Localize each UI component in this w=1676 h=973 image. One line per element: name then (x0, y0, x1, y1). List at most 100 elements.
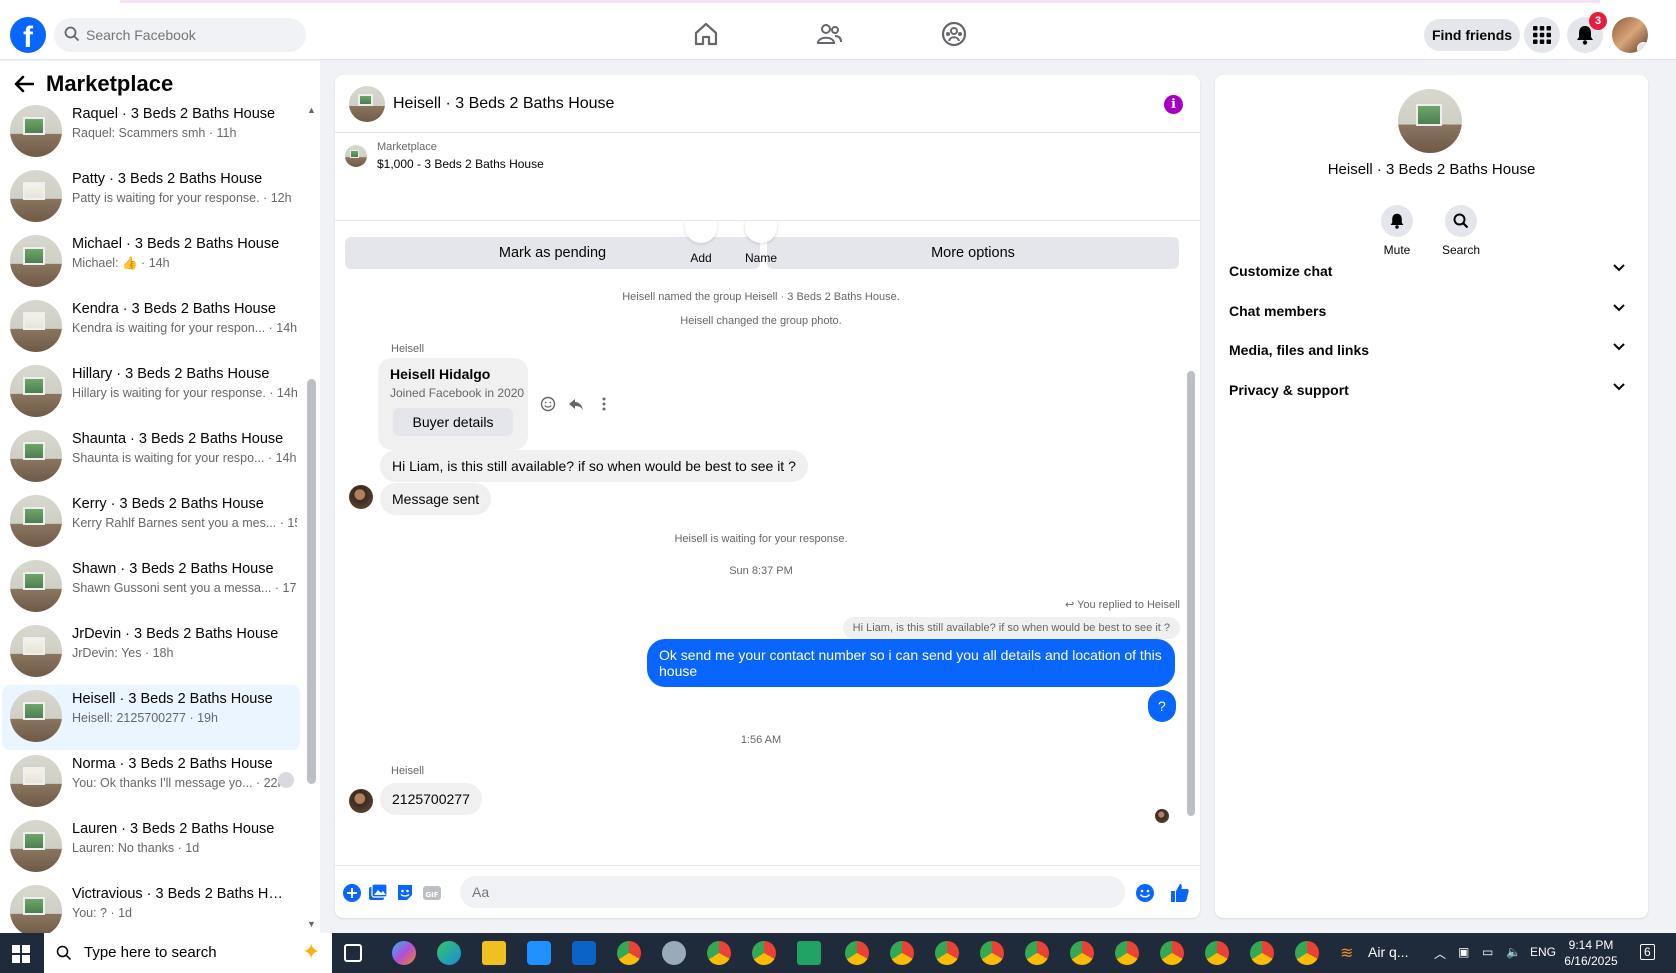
chrome-profile-icon[interactable] (1250, 941, 1274, 965)
chat-scrollbar[interactable] (1187, 371, 1195, 816)
search-box[interactable] (54, 18, 306, 52)
thumbs-up-icon[interactable] (1170, 883, 1190, 903)
sticker-icon[interactable] (395, 883, 415, 903)
notification-center-icon[interactable]: 6 (1640, 944, 1655, 960)
page-title: Marketplace (46, 71, 174, 96)
home-icon[interactable] (692, 20, 720, 48)
windows-start-icon[interactable] (12, 945, 30, 963)
section-media-files-links[interactable]: Media, files and links (1229, 331, 1634, 369)
weather-label[interactable]: Air q... (1368, 944, 1408, 960)
top-accent-line (120, 0, 1600, 3)
add-people-action[interactable]: Add (685, 221, 717, 265)
scroll-up-arrow[interactable]: ▲ (307, 105, 317, 115)
friends-icon[interactable] (815, 20, 843, 48)
outgoing-message[interactable]: Ok send me your contact number so i can … (647, 639, 1175, 687)
chrome-profile-icon[interactable] (707, 941, 731, 965)
sender-avatar[interactable] (349, 485, 373, 509)
chrome-profile-icon[interactable] (1295, 941, 1319, 965)
conversation-item[interactable]: Kendra · 3 Beds 2 Baths House Kendra is w… (2, 295, 300, 360)
menu-button[interactable] (1524, 17, 1560, 53)
name-group-action[interactable]: Name (745, 221, 777, 265)
group-photo[interactable] (1398, 89, 1462, 153)
incoming-message[interactable]: Hi Liam, is this still available? if so … (380, 450, 808, 482)
language-indicator[interactable]: ENG (1530, 945, 1556, 959)
message-input[interactable] (460, 876, 1125, 908)
listing-price-title[interactable]: $1,000 - 3 Beds 2 Baths House (377, 157, 544, 171)
gif-icon[interactable]: GIF (422, 883, 442, 903)
chrome-profile-icon[interactable] (980, 941, 1004, 965)
store-icon[interactable] (527, 941, 551, 965)
chrome-profile-icon[interactable] (935, 941, 959, 965)
emoji-icon[interactable] (1135, 883, 1155, 903)
plus-circle-icon[interactable] (342, 883, 362, 903)
conversation-item[interactable]: JrDevin · 3 Beds 2 Baths House JrDevin: Y… (2, 620, 300, 685)
paint-icon[interactable] (662, 941, 686, 965)
buyer-details-button[interactable]: Buyer details (393, 408, 513, 436)
conversation-preview: Kendra is waiting for your respon... · 1… (72, 321, 297, 335)
chrome-profile-icon[interactable] (1115, 941, 1139, 965)
conversation-item[interactable]: Heisell · 3 Beds 2 Baths House Heisell: 2… (2, 685, 300, 750)
section-chat-members[interactable]: Chat members (1229, 292, 1634, 330)
chrome-profile-icon[interactable] (1205, 941, 1229, 965)
system-clock[interactable]: 9:14 PM 6/16/2025 (1556, 937, 1626, 969)
volume-icon[interactable]: 🔈 (1506, 945, 1521, 959)
copilot-icon[interactable] (392, 941, 416, 965)
camera-tray-icon[interactable]: ▣ (1458, 945, 1469, 959)
sidebar-scrollbar[interactable] (307, 379, 316, 784)
chrome-profile-icon[interactable] (1025, 941, 1049, 965)
chrome-icon[interactable] (617, 941, 641, 965)
network-icon[interactable]: ▭ (1482, 945, 1493, 959)
find-friends-button[interactable]: Find friends (1424, 19, 1520, 51)
chrome-profile-icon[interactable] (1160, 941, 1184, 965)
edge-icon[interactable] (437, 941, 461, 965)
search-action[interactable]: Search (1431, 205, 1491, 257)
listing-bar: Marketplace $1,000 - 3 Beds 2 Baths Hous… (335, 133, 1200, 269)
outgoing-message[interactable]: ? (1148, 690, 1176, 722)
conversation-item[interactable]: Kerry · 3 Beds 2 Baths House Kerry Rahlf … (2, 490, 300, 555)
quoted-message[interactable]: Hi Liam, is this still available? if so … (842, 617, 1180, 639)
scroll-down-arrow[interactable]: ▼ (307, 919, 317, 929)
section-customize-chat[interactable]: Customize chat (1229, 252, 1634, 290)
profile-avatar[interactable] (1612, 17, 1648, 53)
windows-taskbar: Type here to search ✦ ≋ Air q... ︿ ▣ ▭ 🔈… (0, 933, 1676, 973)
mute-action[interactable]: Mute (1367, 205, 1427, 257)
back-arrow-icon[interactable] (14, 75, 34, 93)
photo-icon[interactable] (368, 883, 388, 903)
message-thread: Add Name Heisell named the group Heisell… (335, 220, 1200, 865)
chrome-profile-icon[interactable] (890, 941, 914, 965)
more-dots-icon[interactable] (596, 396, 612, 412)
conversation-item[interactable]: Patty · 3 Beds 2 Baths House Patty is wai… (2, 165, 300, 230)
conversation-item[interactable]: Lauren · 3 Beds 2 Baths House Lauren: No … (2, 815, 300, 880)
sender-avatar[interactable] (349, 789, 373, 813)
taskbar-search[interactable]: Type here to search ✦ (44, 933, 332, 973)
reply-icon[interactable] (568, 396, 584, 412)
sheets-icon[interactable] (797, 941, 821, 965)
info-icon[interactable]: i (1164, 95, 1183, 114)
conversation-item[interactable]: Norma · 3 Beds 2 Baths House You: Ok than… (2, 750, 300, 815)
outlook-icon[interactable] (572, 941, 596, 965)
emoji-react-icon[interactable] (540, 396, 556, 412)
conversation-item[interactable]: Shaunta · 3 Beds 2 Baths House Shaunta is… (2, 425, 300, 490)
task-view-icon[interactable] (344, 944, 362, 962)
groups-icon[interactable] (940, 20, 968, 48)
chrome-profile-icon[interactable] (1070, 941, 1094, 965)
chat-title[interactable]: Heisell · 3 Beds 2 Baths House (393, 95, 614, 113)
file-explorer-icon[interactable] (482, 941, 506, 965)
incoming-message[interactable]: 2125700277 (380, 783, 482, 815)
marketplace-sidebar: Marketplace Raquel · 3 Beds 2 Baths Hous… (0, 61, 320, 937)
chrome-profile-icon[interactable] (752, 941, 776, 965)
chat-panel: Heisell · 3 Beds 2 Baths House i Marketp… (335, 75, 1200, 918)
search-input[interactable] (86, 18, 296, 52)
conversation-item[interactable]: Shawn · 3 Beds 2 Baths House Shawn Gusson… (2, 555, 300, 620)
facebook-logo-icon[interactable]: f (10, 17, 46, 53)
chrome-profile-icon[interactable] (845, 941, 869, 965)
conversation-name: Michael · 3 Beds 2 Baths House (72, 236, 280, 252)
incoming-message[interactable]: Message sent (380, 483, 492, 515)
tray-chevron-up-icon[interactable]: ︿ (1434, 945, 1446, 962)
conversation-item[interactable]: Raquel · 3 Beds 2 Baths House Raquel: Sca… (2, 100, 300, 165)
chat-thumbnail[interactable] (349, 86, 385, 122)
listing-thumbnail[interactable] (345, 145, 367, 167)
conversation-item[interactable]: Michael · 3 Beds 2 Baths House Michael: 👍… (2, 230, 300, 295)
section-privacy-support[interactable]: Privacy & support (1229, 371, 1634, 409)
conversation-item[interactable]: Hillary · 3 Beds 2 Baths House Hillary is… (2, 360, 300, 425)
